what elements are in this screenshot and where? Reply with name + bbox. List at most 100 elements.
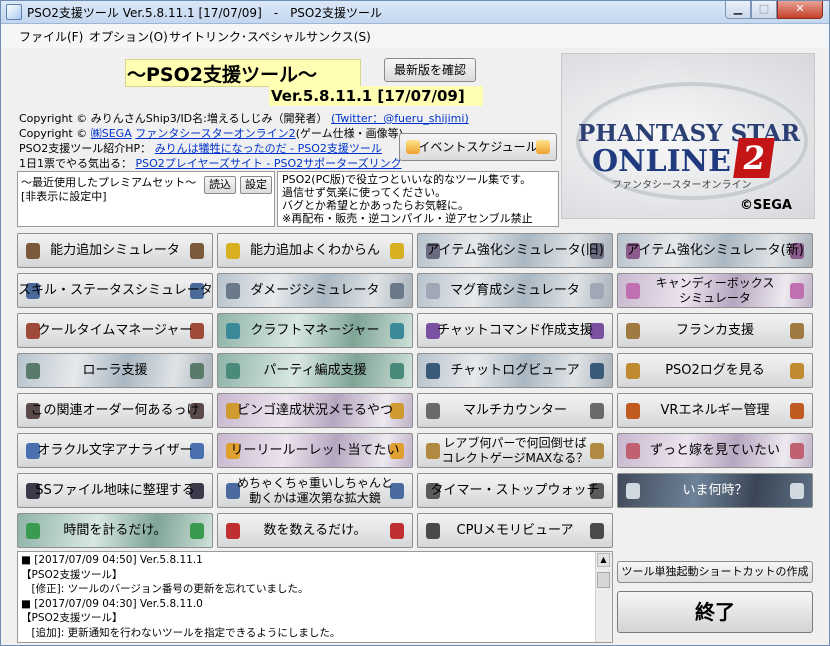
credit-copyright: Copyright © [19, 127, 91, 140]
tool-button[interactable]: ダメージシミュレータ [217, 273, 413, 308]
app-icon [6, 4, 22, 20]
tool-label: タイマー・ストップウォッチ [430, 483, 600, 498]
credit-line-2: Copyright © ㈱SEGA ファンタシースターオンライン2(ゲーム仕様・… [19, 125, 403, 141]
tool-label: マグ育成シミュレータ [450, 283, 580, 298]
tool-label: スキル・ステータスシミュレータ [18, 283, 213, 298]
event-schedule-label: イベントスケジュール [418, 140, 538, 154]
pso2-logo: PHANTASY STAR ONLINE 2 ファンタシースターオンライン ©S… [561, 53, 815, 219]
title-bar[interactable]: PSO2支援ツール Ver.5.8.11.1 [17/07/09] - PSO2… [1, 1, 829, 24]
menu-file[interactable]: ファイル(F) [19, 28, 83, 45]
tool-button[interactable]: SSファイル地味に整理する [17, 473, 213, 508]
twitter-link[interactable]: (Twitter：@fueru_shijimi) [331, 112, 469, 125]
description-line: PSO2(PC版)で役立つといいな的なツール集です。 [282, 173, 532, 186]
tool-label: この関連オーダー何あるっけ [30, 403, 200, 418]
tool-button[interactable]: スキル・ステータスシミュレータ [17, 273, 213, 308]
pso2-link[interactable]: ファンタシースターオンライン2 [135, 127, 295, 140]
log-lines: ■ [2017/07/09 04:50] Ver.5.8.11.1 【PSO2支… [21, 553, 594, 640]
create-shortcut-button[interactable]: ツール単独起動ショートカットの作成 [617, 561, 813, 583]
tool-button[interactable]: マグ育成シミュレータ [417, 273, 613, 308]
tool-button[interactable]: ずっと嫁を見ていたい [617, 433, 813, 468]
log-line: ■ [2017/07/09 04:30] Ver.5.8.11.0 [21, 597, 203, 610]
tool-label: リーリールーレット当てたい [230, 443, 400, 458]
tool-button[interactable]: 能力追加シミュレータ [17, 233, 213, 268]
log-line: ■ [2017/07/09 04:50] Ver.5.8.11.1 [21, 554, 203, 566]
tool-button[interactable]: めちゃくちゃ重いしちゃんと 動くかは運次第な拡大鏡 [217, 473, 413, 508]
tool-label: クールタイムマネージャー [37, 323, 193, 338]
preset-settings-button[interactable]: 設定 [240, 176, 272, 194]
tool-label: パーティ編成支援 [263, 363, 367, 378]
tool-label: SSファイル地味に整理する [35, 483, 195, 498]
homepage-label: PSO2支援ツール紹介HP： [19, 142, 152, 155]
tool-button[interactable]: いま何時？ [617, 473, 813, 508]
close-button[interactable]: ✕ [777, 1, 823, 19]
tool-button[interactable]: ローラ支援 [17, 353, 213, 388]
tool-label: ダメージシミュレータ [250, 283, 380, 298]
menu-bar: ファイル(F) オプション(O) サイトリンク･スペシャルサンクス(S) [1, 24, 829, 48]
tool-label: レアブ何パーで何回倒せば [443, 436, 587, 450]
tool-button[interactable]: 数を数えるだけ。 [217, 513, 413, 548]
tool-label: オラクル文字アナライザー [37, 443, 193, 458]
tool-label: 能力追加シミュレータ [50, 243, 180, 258]
credit-note: (ゲーム仕様・画像等) [295, 127, 403, 140]
tool-button[interactable]: クラフトマネージャー [217, 313, 413, 348]
scroll-thumb[interactable] [597, 572, 610, 588]
tool-label: キャンディーボックス [655, 276, 775, 290]
tool-label-line2: シミュレータ [679, 291, 751, 305]
tool-label: ビンゴ達成状況メモるやつ [236, 403, 393, 418]
preset-load-button[interactable]: 読込 [204, 176, 236, 194]
tool-button[interactable]: クールタイムマネージャー [17, 313, 213, 348]
tool-button[interactable]: マルチカウンター [417, 393, 613, 428]
tool-label: 数を数えるだけ。 [263, 523, 367, 538]
minimize-button[interactable]: ▁ [725, 1, 751, 19]
tool-label: VRエネルギー管理 [660, 403, 770, 418]
app-main-title: ～PSO2支援ツール～ [127, 64, 317, 86]
tool-button[interactable]: CPUメモリビューア [417, 513, 613, 548]
tool-button[interactable]: キャンディーボックス シミュレータ [617, 273, 813, 308]
tool-button[interactable]: アイテム強化シミュレータ(旧) [417, 233, 613, 268]
menu-site-links[interactable]: サイトリンク･スペシャルサンクス(S) [169, 28, 371, 45]
version-label: Ver.5.8.11.1 [17/07/09] [269, 86, 483, 106]
credit-developer: Copyright © みりんさんShip3/ID名:増えるしじみ（開発者） [19, 112, 328, 125]
tool-button[interactable]: パーティ編成支援 [217, 353, 413, 388]
tool-button[interactable]: PSO2ログを見る [617, 353, 813, 388]
tool-label: ずっと嫁を見ていたい [649, 443, 780, 458]
maximize-button[interactable]: □ [751, 1, 777, 19]
check-update-button[interactable]: 最新版を確認 [384, 58, 476, 82]
supporters-link[interactable]: PSO2プレイヤーズサイト - PSO2サポーターズリンク [136, 157, 402, 170]
tool-label: めちゃくちゃ重いしちゃんと [236, 476, 393, 490]
event-schedule-button[interactable]: イベントスケジュール [399, 133, 557, 161]
vote-label: 1日1票でやる気出る： [19, 157, 132, 170]
log-line: 【PSO2支援ツール】 [21, 612, 123, 624]
scroll-up-icon[interactable]: ▲ [597, 553, 610, 567]
credit-line-1: Copyright © みりんさんShip3/ID名:増えるしじみ（開発者） (… [19, 110, 469, 126]
tool-button[interactable]: VRエネルギー管理 [617, 393, 813, 428]
tool-button[interactable]: リーリールーレット当てたい [217, 433, 413, 468]
log-scrollbar[interactable]: ▲ [595, 552, 612, 642]
credit-line-3: PSO2支援ツール紹介HP： みりんは犠牲になったのだ - PSO2支援ツール [19, 140, 382, 156]
tool-button[interactable]: チャットログビューア [417, 353, 613, 388]
menu-option[interactable]: オプション(O) [89, 28, 168, 45]
log-line: [修正]: ツールのバージョン番号の更新を忘れていました。 [21, 583, 309, 595]
tool-button[interactable]: オラクル文字アナライザー [17, 433, 213, 468]
tool-button[interactable]: タイマー・ストップウォッチ [417, 473, 613, 508]
tool-button[interactable]: レアブ何パーで何回倒せば コレクトゲージMAXなる？ [417, 433, 613, 468]
homepage-link[interactable]: みりんは犠牲になったのだ - PSO2支援ツール [155, 142, 382, 155]
character-icon [406, 140, 420, 154]
tool-button[interactable]: ビンゴ達成状況メモるやつ [217, 393, 413, 428]
tool-button[interactable]: 時間を計るだけ。 [17, 513, 213, 548]
log-line: [追加]: 更新通知を行わないツールを指定できるようにしました。 [21, 626, 341, 639]
tool-label: チャットログビューア [450, 363, 580, 378]
tool-button[interactable]: この関連オーダー何あるっけ [17, 393, 213, 428]
tool-button[interactable]: アイテム強化シミュレータ(新) [617, 233, 813, 268]
tool-label: チャットコマンド作成支援 [437, 323, 593, 338]
tool-button[interactable]: チャットコマンド作成支援 [417, 313, 613, 348]
tool-button[interactable]: 能力追加よくわからん [217, 233, 413, 268]
tool-button[interactable]: フランカ支援 [617, 313, 813, 348]
exit-button[interactable]: 終了 [617, 591, 813, 633]
app-window: PSO2支援ツール Ver.5.8.11.1 [17/07/09] - PSO2… [0, 0, 830, 646]
tool-label: 時間を計るだけ。 [63, 523, 167, 538]
tool-label-line2: 動くかは運次第な拡大鏡 [249, 491, 381, 505]
logo-subtitle: ファンタシースターオンライン [612, 180, 752, 191]
sega-link[interactable]: ㈱SEGA [91, 127, 132, 140]
update-log[interactable]: ■ [2017/07/09 04:50] Ver.5.8.11.1 【PSO2支… [17, 551, 613, 643]
